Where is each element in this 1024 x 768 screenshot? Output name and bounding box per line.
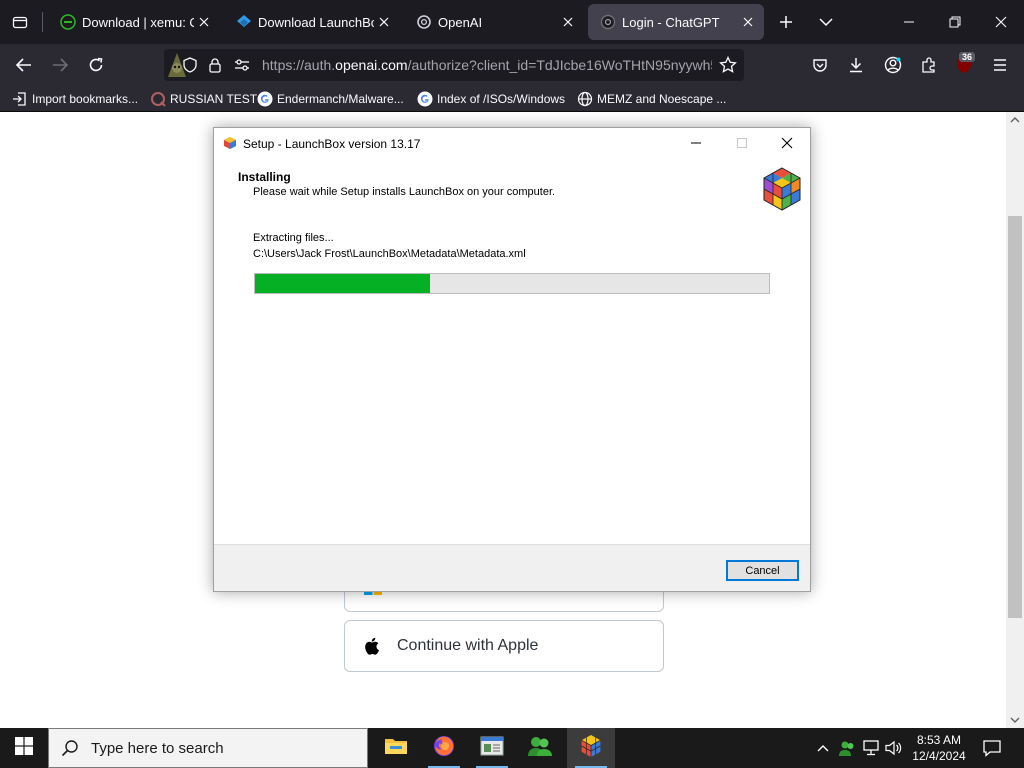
bookmark-endermanch[interactable]: Endermanch/Malware... xyxy=(257,90,404,108)
launchbox-app-icon xyxy=(222,135,238,151)
launchbox-favicon-icon xyxy=(236,14,252,30)
taskbar-clock[interactable]: 8:53 AM 12/4/2024 xyxy=(904,732,974,764)
clock-time: 8:53 AM xyxy=(916,733,962,747)
dialog-footer: Cancel xyxy=(214,544,810,591)
forward-arrow-icon[interactable] xyxy=(48,53,72,77)
google-g-icon xyxy=(257,91,273,107)
dialog-maximize-icon xyxy=(730,131,754,155)
users-icon xyxy=(527,734,553,763)
nav-bar: https://auth.openai.com/authorize?client… xyxy=(0,44,1024,86)
dialog-subheading: Please wait while Setup installs LaunchB… xyxy=(253,186,556,198)
menu-hamburger-icon[interactable] xyxy=(988,53,1012,77)
tab-list-icon[interactable] xyxy=(8,10,32,34)
xemu-favicon-icon xyxy=(60,14,76,30)
bookmarks-toolbar: Import bookmarks... RUSSIAN TEST Enderma… xyxy=(0,86,1024,112)
dialog-minimize-icon[interactable] xyxy=(684,131,708,155)
taskbar-people-app[interactable] xyxy=(516,728,564,768)
taskbar-launchbox-setup[interactable] xyxy=(567,728,615,768)
clock-date: 12/4/2024 xyxy=(912,749,966,763)
url-bar[interactable]: https://auth.openai.com/authorize?client… xyxy=(164,49,744,81)
show-hidden-icons-chevron-up-icon[interactable] xyxy=(813,738,833,758)
import-icon xyxy=(12,91,28,107)
firefox-icon xyxy=(432,734,456,763)
restore-window-icon[interactable] xyxy=(943,10,967,34)
bookmark-label: Endermanch/Malware... xyxy=(277,92,404,106)
bookmark-label: Index of /ISOs/Windows xyxy=(437,92,566,106)
network-icon[interactable] xyxy=(861,738,881,758)
apple-logo-icon xyxy=(363,636,383,656)
pocket-icon[interactable] xyxy=(808,53,832,77)
bookmark-label: Import bookmarks... xyxy=(32,92,139,106)
windows-logo-icon xyxy=(15,736,33,760)
install-status: Extracting files... xyxy=(253,232,334,244)
tab-chatgpt-login[interactable]: Login - ChatGPT xyxy=(588,4,764,40)
start-button[interactable] xyxy=(0,728,48,768)
tab-openai[interactable]: OpenAI xyxy=(404,4,584,40)
bookmark-star-icon[interactable] xyxy=(716,53,740,77)
taskbar-notepad-app[interactable] xyxy=(468,728,516,768)
search-icon xyxy=(61,739,79,757)
taskbar: Type here to search 8:53 AM 12/4/2024 xyxy=(0,728,1024,768)
lock-icon[interactable] xyxy=(203,53,227,77)
tab-xemu[interactable]: Download | xemu: Orig xyxy=(48,4,220,40)
google-g-icon xyxy=(417,91,433,107)
scrollbar-thumb[interactable] xyxy=(1008,216,1022,618)
globe-icon xyxy=(577,91,593,107)
tab-title: Login - ChatGPT xyxy=(622,14,720,30)
chatgpt-favicon-icon xyxy=(600,14,616,30)
back-arrow-icon[interactable] xyxy=(12,53,36,77)
site-favicon-icon xyxy=(150,91,166,107)
launchbox-cube-icon xyxy=(580,734,602,763)
volume-speaker-icon[interactable] xyxy=(884,738,904,758)
dialog-title: Setup - LaunchBox version 13.17 xyxy=(243,137,421,151)
minimize-window-icon[interactable] xyxy=(897,10,921,34)
url-text[interactable]: https://auth.openai.com/authorize?client… xyxy=(262,57,712,73)
bookmark-import[interactable]: Import bookmarks... xyxy=(12,90,138,108)
folder-icon xyxy=(384,736,408,761)
list-all-tabs-chevron-down-icon[interactable] xyxy=(814,10,838,34)
bookmark-label: RUSSIAN TEST xyxy=(170,92,258,106)
bookmark-isos-windows[interactable]: Index of /ISOs/Windows xyxy=(417,90,565,108)
new-tab-icon[interactable] xyxy=(774,10,798,34)
tray-users-icon[interactable] xyxy=(837,738,857,758)
downloads-icon[interactable] xyxy=(844,53,868,77)
close-tab-icon[interactable] xyxy=(558,12,578,32)
tab-bar: Download | xemu: Orig Download LaunchBox… xyxy=(0,0,1024,44)
tab-title: Download LaunchBox xyxy=(258,14,374,30)
tab-title: Download | xemu: Orig xyxy=(82,14,194,30)
progress-fill xyxy=(255,274,430,293)
taskbar-file-explorer[interactable] xyxy=(372,728,420,768)
search-placeholder: Type here to search xyxy=(91,739,224,757)
oauth-button-label: Continue with Apple xyxy=(397,637,539,654)
bookmark-memz[interactable]: MEMZ and Noescape ... xyxy=(577,90,726,108)
launchbox-cube-logo-icon xyxy=(760,165,804,213)
taskbar-firefox[interactable] xyxy=(420,728,468,768)
extensions-puzzle-icon[interactable] xyxy=(917,53,941,77)
close-tab-icon[interactable] xyxy=(738,12,758,32)
install-progress-bar xyxy=(254,273,770,294)
tracking-protection-shield-icon[interactable] xyxy=(178,53,202,77)
openai-favicon-icon xyxy=(416,14,432,30)
close-tab-icon[interactable] xyxy=(374,12,394,32)
current-file-path: C:\Users\Jack Frost\LaunchBox\Metadata\M… xyxy=(253,248,526,260)
dialog-close-icon[interactable] xyxy=(775,131,799,155)
dialog-heading: Installing xyxy=(238,170,291,184)
setup-dialog: Setup - LaunchBox version 13.17 Installi… xyxy=(213,127,811,592)
bookmark-russian-test[interactable]: RUSSIAN TEST xyxy=(150,90,257,108)
extension-badge-count: 36 xyxy=(959,52,976,62)
tab-title: OpenAI xyxy=(438,14,483,30)
permissions-icon[interactable] xyxy=(230,53,254,77)
taskbar-search-box[interactable]: Type here to search xyxy=(48,728,368,768)
app-window-icon xyxy=(480,735,504,762)
cancel-button[interactable]: Cancel xyxy=(726,560,799,581)
tab-launchbox[interactable]: Download LaunchBox xyxy=(224,4,400,40)
continue-with-apple-button[interactable]: Continue with Apple xyxy=(344,620,664,672)
account-icon[interactable] xyxy=(881,53,905,77)
close-tab-icon[interactable] xyxy=(194,12,214,32)
dialog-title-bar[interactable]: Setup - LaunchBox version 13.17 xyxy=(214,128,810,159)
reload-icon[interactable] xyxy=(84,53,108,77)
close-window-icon[interactable] xyxy=(989,10,1013,34)
bookmark-label: MEMZ and Noescape ... xyxy=(597,92,727,106)
notification-center-icon[interactable] xyxy=(982,738,1002,758)
